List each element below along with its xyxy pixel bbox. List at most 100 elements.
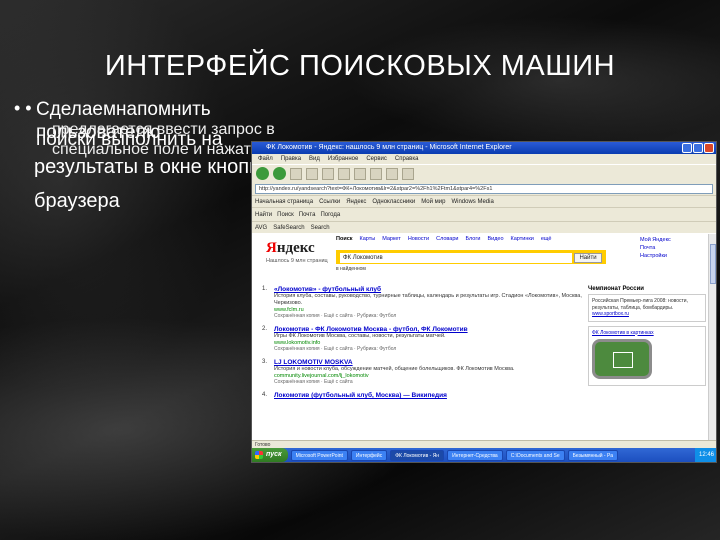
browser-screenshot: ФК Локомотив - Яндекс: нашлось 9 млн стр… [251, 141, 717, 463]
nav-video[interactable]: Видео [487, 236, 503, 242]
window-title: ФК Локомотив - Яндекс: нашлось 9 млн стр… [266, 144, 512, 151]
nav-more[interactable]: ещё [541, 236, 552, 242]
stadium-image[interactable] [592, 339, 652, 379]
search-result: 2. Локомотив - ФК Локомотив Москва - фут… [262, 326, 584, 352]
menu-view[interactable]: Вид [309, 154, 320, 164]
sidebar-caption-link[interactable]: ФК Локомотив в картинках [592, 330, 702, 337]
link-item[interactable]: Одноклассники [372, 199, 415, 205]
menu-bar: Файл Правка Вид Избранное Сервис Справка [252, 154, 716, 164]
taskbar-item[interactable]: C:\Documents and Se [505, 449, 565, 461]
search-result: 3. LJ LOKOMOTIV MOSKVA История и новости… [262, 359, 584, 385]
nav-search[interactable]: Поиск [336, 236, 353, 242]
bullet-dot: • • [14, 98, 32, 118]
search-toolbar: Найти Поиск Почта Погода [252, 207, 716, 221]
result-number: 4. [262, 392, 268, 398]
taskbar-item[interactable]: Безымянный - Pa [567, 449, 619, 461]
address-input[interactable]: http://yandex.ru/yandsearch?text=ФК+Локо… [255, 183, 713, 194]
mail-link[interactable]: Почта [640, 244, 671, 252]
forward-icon[interactable] [273, 167, 286, 180]
menu-tools[interactable]: Сервис [366, 154, 387, 164]
history-icon[interactable] [370, 167, 382, 180]
result-title-link[interactable]: LJ LOKOMOTIV MOSKVA [274, 359, 584, 366]
taskbar-item[interactable]: Microsoft PowerPoint [290, 449, 348, 461]
link-item[interactable]: Яндекс [346, 199, 366, 205]
result-title-link[interactable]: Локомотив (футбольный клуб, Москва) — Ви… [274, 392, 584, 399]
search-button[interactable]: Найти [574, 253, 602, 263]
search-icon[interactable] [338, 167, 350, 180]
search-results: 1. «Локомотив» - футбольный клуб История… [262, 286, 584, 406]
yandex-user-links: Мой Яндекс Почта Настройки [640, 236, 671, 260]
nav-dictionaries[interactable]: Словари [436, 236, 458, 242]
menu-file[interactable]: Файл [258, 154, 273, 164]
link-item[interactable]: Мой мир [421, 199, 445, 205]
sidebar-text: Российская Премьер-лига 2008: новости, р… [592, 298, 688, 311]
toolbar-item[interactable]: AVG [255, 225, 267, 231]
result-title-link[interactable]: Локомотив - ФК Локомотив Москва - футбол… [274, 326, 584, 333]
toolbar-item[interactable]: Поиск [277, 212, 294, 218]
toolbar-item[interactable]: Погода [320, 212, 340, 218]
result-meta[interactable]: Сохранённая копия · Ещё с сайта · Рубрик… [274, 313, 584, 319]
results-sidebar: Чемпионат России Российская Премьер-лига… [588, 286, 706, 390]
sidebar-box: Российская Премьер-лига 2008: новости, р… [588, 294, 706, 322]
yandex-logo[interactable]: Яндекс [266, 240, 315, 257]
nav-news[interactable]: Новости [408, 236, 429, 242]
sidebar-heading: Чемпионат России [588, 286, 644, 292]
address-bar: http://yandex.ru/yandsearch?text=ФК+Локо… [252, 182, 716, 195]
toolbar-item[interactable]: Search [311, 225, 330, 231]
links-bar: Начальная страница Ссылки Яндекс Однокла… [252, 195, 716, 207]
my-yandex-link[interactable]: Мой Яндекс [640, 236, 671, 244]
toolbar-item[interactable]: SafeSearch [273, 225, 304, 231]
sidebar-link[interactable]: www.sportbox.ru [592, 311, 702, 318]
search-result: 1. «Локомотив» - футбольный клуб История… [262, 286, 584, 319]
search-form: ФК Локомотив Найти [336, 250, 606, 264]
browser-titlebar: ФК Локомотив - Яндекс: нашлось 9 млн стр… [252, 142, 716, 154]
result-meta[interactable]: Сохранённая копия · Ещё с сайта · Рубрик… [274, 346, 584, 352]
yandex-page: Яндекс Нашлось 9 млн страниц Поиск Карты… [252, 234, 710, 450]
print-icon[interactable] [402, 167, 414, 180]
nav-maps[interactable]: Карты [360, 236, 376, 242]
link-item[interactable]: Ссылки [319, 199, 340, 205]
result-snippet: История клуба, составы, руководство, тур… [274, 293, 582, 306]
mail-icon[interactable] [386, 167, 398, 180]
maximize-icon[interactable] [693, 143, 703, 153]
result-title-link[interactable]: «Локомотив» - футбольный клуб [274, 286, 584, 293]
menu-edit[interactable]: Правка [281, 154, 301, 164]
windows-taskbar: пуск Microsoft PowerPoint Интерфейс ФК Л… [252, 448, 716, 462]
favorites-icon[interactable] [354, 167, 366, 180]
close-icon[interactable] [704, 143, 714, 153]
menu-help[interactable]: Справка [395, 154, 419, 164]
slide-title: ИНТЕРФЕЙС ПОИСКОВЫХ МАШИН [104, 50, 616, 82]
refresh-icon[interactable] [306, 167, 318, 180]
tray-clock: 12:46 [694, 448, 716, 462]
taskbar-item-active[interactable]: ФК Локомотив - Ян [390, 449, 445, 461]
settings-link[interactable]: Настройки [640, 252, 671, 260]
back-icon[interactable] [256, 167, 269, 180]
result-number: 1. [262, 286, 268, 292]
start-button[interactable]: пуск [252, 448, 288, 462]
search-result: 4. Локомотив (футбольный клуб, Москва) —… [262, 392, 584, 399]
minimize-icon[interactable] [682, 143, 692, 153]
nav-blogs[interactable]: Блоги [465, 236, 480, 242]
result-snippet: История и новости клуба, обсуждение матч… [274, 366, 515, 372]
toolbar-item[interactable]: Почта [299, 212, 316, 218]
yandex-nav: Поиск Карты Маркет Новости Словари Блоги… [336, 236, 552, 242]
nav-toolbar [252, 164, 716, 182]
search-in-results-checkbox[interactable]: в найденном [336, 266, 366, 272]
link-item[interactable]: Windows Media [451, 199, 493, 205]
home-icon[interactable] [322, 167, 334, 180]
avg-toolbar: AVG SafeSearch Search [252, 221, 716, 233]
nav-market[interactable]: Маркет [382, 236, 401, 242]
nav-images[interactable]: Картинки [511, 236, 534, 242]
result-meta[interactable]: Сохранённая копия · Ещё с сайта [274, 379, 584, 385]
toolbar-item[interactable]: Найти [255, 212, 272, 218]
search-input[interactable]: ФК Локомотив [340, 253, 572, 263]
stop-icon[interactable] [290, 167, 302, 180]
results-count: Нашлось 9 млн страниц [266, 258, 328, 264]
menu-favorites[interactable]: Избранное [328, 154, 358, 164]
vertical-scrollbar[interactable] [708, 234, 716, 450]
taskbar-item[interactable]: Интернет-Средства [447, 449, 503, 461]
taskbar-item[interactable]: Интерфейс [350, 449, 388, 461]
link-item[interactable]: Начальная страница [255, 199, 313, 205]
result-number: 2. [262, 326, 268, 332]
scrollbar-thumb[interactable] [710, 244, 716, 284]
